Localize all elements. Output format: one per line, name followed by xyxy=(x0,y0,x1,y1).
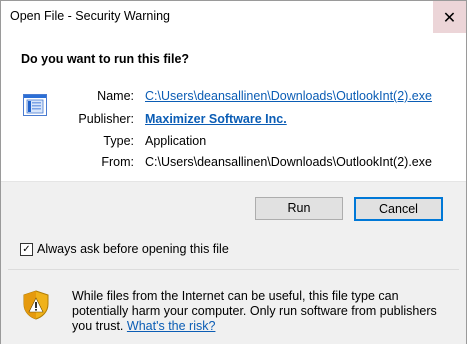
window-title: Open File - Security Warning xyxy=(10,9,171,23)
security-warning-dialog: Open File - Security Warning ✕ Do you wa… xyxy=(0,0,467,344)
always-ask-checkbox[interactable]: ✓ xyxy=(20,242,33,256)
dialog-question: Do you want to run this file? xyxy=(21,52,190,66)
always-ask-option[interactable]: ✓ Always ask before opening this file xyxy=(20,242,229,256)
file-type-value: Application xyxy=(145,134,207,148)
checkmark-icon: ✓ xyxy=(22,243,31,255)
run-button[interactable]: Run xyxy=(255,197,343,220)
always-ask-label[interactable]: Always ask before opening this file xyxy=(37,242,229,256)
file-name-link[interactable]: C:\Users\deansallinen\Downloads\OutlookI… xyxy=(145,89,432,103)
divider xyxy=(8,269,459,270)
dialog-footer: Run Cancel ✓ Always ask before opening t… xyxy=(1,181,466,344)
file-source-value: C:\Users\deansallinen\Downloads\OutlookI… xyxy=(145,155,432,169)
close-button[interactable]: ✕ xyxy=(433,1,466,33)
from-label: From: xyxy=(101,155,134,169)
name-label: Name: xyxy=(97,89,134,103)
close-icon: ✕ xyxy=(442,7,457,27)
cancel-button[interactable]: Cancel xyxy=(354,197,443,221)
whats-the-risk-link[interactable]: What's the risk? xyxy=(127,319,216,333)
warning-message: While files from the Internet can be use… xyxy=(72,289,457,334)
publisher-label: Publisher: xyxy=(78,112,134,126)
title-bar: Open File - Security Warning ✕ xyxy=(1,1,466,33)
shield-warning-icon xyxy=(23,290,49,320)
publisher-link[interactable]: Maximizer Software Inc. xyxy=(145,112,287,126)
type-label: Type: xyxy=(103,134,134,148)
